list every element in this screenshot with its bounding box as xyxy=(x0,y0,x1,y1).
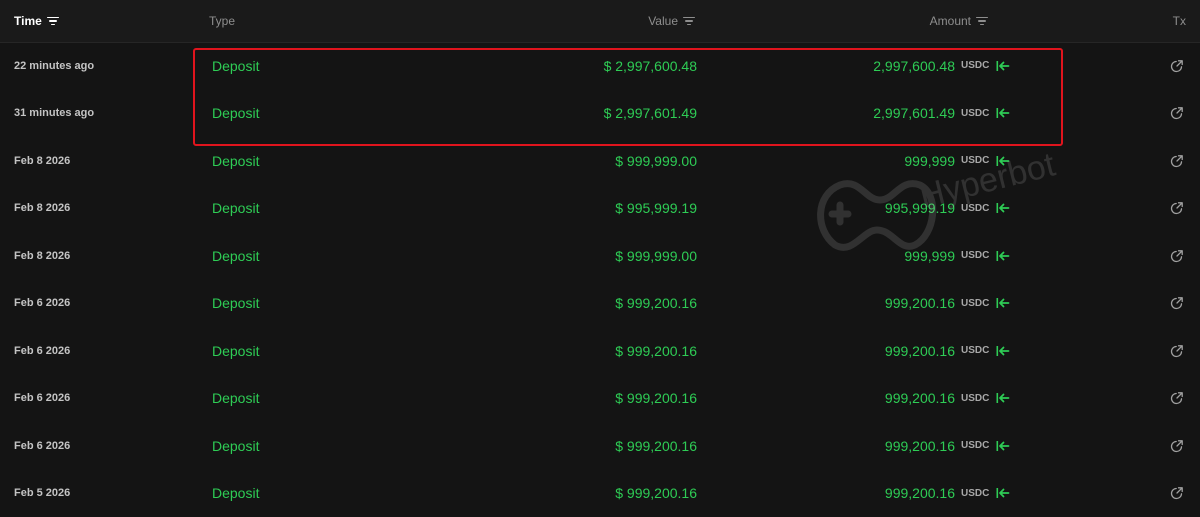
external-link-icon[interactable] xyxy=(1170,137,1184,185)
external-link-icon[interactable] xyxy=(1170,42,1184,90)
arrow-left-bar-icon xyxy=(996,185,1010,233)
unit-label: USDC xyxy=(961,375,989,423)
column-header-tx-label: Tx xyxy=(1173,14,1186,28)
unit-label: USDC xyxy=(961,470,989,517)
external-link-icon[interactable] xyxy=(1170,185,1184,233)
external-link-icon[interactable] xyxy=(1170,90,1184,138)
value-cell: $ 999,200.16 xyxy=(615,422,697,470)
unit-label: USDC xyxy=(961,280,989,328)
unit-label: USDC xyxy=(961,422,989,470)
external-link-icon[interactable] xyxy=(1170,232,1184,280)
value-cell: $ 999,200.16 xyxy=(615,280,697,328)
amount-cell: 999,999 xyxy=(904,232,955,280)
time-cell: 31 minutes ago xyxy=(14,90,94,138)
table-row[interactable]: 22 minutes ago Deposit $ 2,997,600.48 2,… xyxy=(0,42,1200,90)
column-header-type: Type xyxy=(209,0,235,42)
transactions-table: Time Type Value Amount Tx 22 minutes ago… xyxy=(0,0,1200,507)
table-row[interactable]: 31 minutes ago Deposit $ 2,997,601.49 2,… xyxy=(0,90,1200,138)
type-cell: Deposit xyxy=(212,42,259,90)
value-cell: $ 999,200.16 xyxy=(615,375,697,423)
time-cell: 22 minutes ago xyxy=(14,42,94,90)
type-cell: Deposit xyxy=(212,280,259,328)
table-row[interactable]: Feb 8 2026 Deposit $ 999,999.00 999,999 … xyxy=(0,137,1200,185)
table-row[interactable]: Feb 8 2026 Deposit $ 995,999.19 995,999.… xyxy=(0,185,1200,233)
time-cell: Feb 6 2026 xyxy=(14,280,70,328)
table-row[interactable]: Feb 6 2026 Deposit $ 999,200.16 999,200.… xyxy=(0,280,1200,328)
table-row[interactable]: Feb 6 2026 Deposit $ 999,200.16 999,200.… xyxy=(0,422,1200,470)
external-link-icon[interactable] xyxy=(1170,327,1184,375)
type-cell: Deposit xyxy=(212,422,259,470)
value-cell: $ 999,999.00 xyxy=(615,232,697,280)
amount-cell: 999,999 xyxy=(904,137,955,185)
value-cell: $ 2,997,601.49 xyxy=(604,90,697,138)
column-header-value[interactable]: Value xyxy=(648,0,695,42)
time-cell: Feb 8 2026 xyxy=(14,232,70,280)
amount-cell: 999,200.16 xyxy=(885,327,955,375)
amount-cell: 999,200.16 xyxy=(885,422,955,470)
arrow-left-bar-icon xyxy=(996,375,1010,423)
value-cell: $ 999,200.16 xyxy=(615,327,697,375)
sort-icon[interactable] xyxy=(47,17,59,26)
arrow-left-bar-icon xyxy=(996,470,1010,517)
table-row[interactable]: Feb 8 2026 Deposit $ 999,999.00 999,999 … xyxy=(0,232,1200,280)
column-header-type-label: Type xyxy=(209,14,235,28)
amount-cell: 999,200.16 xyxy=(885,470,955,517)
time-cell: Feb 6 2026 xyxy=(14,375,70,423)
table-row[interactable]: Feb 6 2026 Deposit $ 999,200.16 999,200.… xyxy=(0,327,1200,375)
external-link-icon[interactable] xyxy=(1170,422,1184,470)
unit-label: USDC xyxy=(961,42,989,90)
time-cell: Feb 6 2026 xyxy=(14,422,70,470)
value-cell: $ 999,200.16 xyxy=(615,470,697,517)
table-row[interactable]: Feb 5 2026 Deposit $ 999,200.16 999,200.… xyxy=(0,470,1200,517)
type-cell: Deposit xyxy=(212,137,259,185)
type-cell: Deposit xyxy=(212,470,259,517)
external-link-icon[interactable] xyxy=(1170,280,1184,328)
amount-cell: 999,200.16 xyxy=(885,375,955,423)
unit-label: USDC xyxy=(961,137,989,185)
value-cell: $ 2,997,600.48 xyxy=(604,42,697,90)
value-cell: $ 995,999.19 xyxy=(615,185,697,233)
arrow-left-bar-icon xyxy=(996,90,1010,138)
time-cell: Feb 6 2026 xyxy=(14,327,70,375)
type-cell: Deposit xyxy=(212,327,259,375)
value-cell: $ 999,999.00 xyxy=(615,137,697,185)
column-header-amount-label: Amount xyxy=(930,14,971,28)
unit-label: USDC xyxy=(961,327,989,375)
unit-label: USDC xyxy=(961,232,989,280)
type-cell: Deposit xyxy=(212,232,259,280)
arrow-left-bar-icon xyxy=(996,422,1010,470)
unit-label: USDC xyxy=(961,90,989,138)
external-link-icon[interactable] xyxy=(1170,470,1184,517)
amount-cell: 2,997,600.48 xyxy=(873,42,955,90)
table-row[interactable]: Feb 6 2026 Deposit $ 999,200.16 999,200.… xyxy=(0,375,1200,423)
external-link-icon[interactable] xyxy=(1170,375,1184,423)
arrow-left-bar-icon xyxy=(996,42,1010,90)
column-header-amount[interactable]: Amount xyxy=(930,0,988,42)
column-header-value-label: Value xyxy=(648,14,678,28)
column-header-time-label: Time xyxy=(14,14,42,28)
table-header: Time Type Value Amount Tx xyxy=(0,0,1200,43)
column-header-tx: Tx xyxy=(1173,0,1186,42)
time-cell: Feb 8 2026 xyxy=(14,137,70,185)
type-cell: Deposit xyxy=(212,185,259,233)
unit-label: USDC xyxy=(961,185,989,233)
amount-cell: 999,200.16 xyxy=(885,280,955,328)
arrow-left-bar-icon xyxy=(996,280,1010,328)
sort-icon[interactable] xyxy=(976,17,988,26)
type-cell: Deposit xyxy=(212,375,259,423)
amount-cell: 2,997,601.49 xyxy=(873,90,955,138)
column-header-time[interactable]: Time xyxy=(14,0,59,42)
arrow-left-bar-icon xyxy=(996,137,1010,185)
arrow-left-bar-icon xyxy=(996,327,1010,375)
arrow-left-bar-icon xyxy=(996,232,1010,280)
type-cell: Deposit xyxy=(212,90,259,138)
time-cell: Feb 5 2026 xyxy=(14,470,70,517)
time-cell: Feb 8 2026 xyxy=(14,185,70,233)
sort-icon[interactable] xyxy=(683,17,695,26)
amount-cell: 995,999.19 xyxy=(885,185,955,233)
